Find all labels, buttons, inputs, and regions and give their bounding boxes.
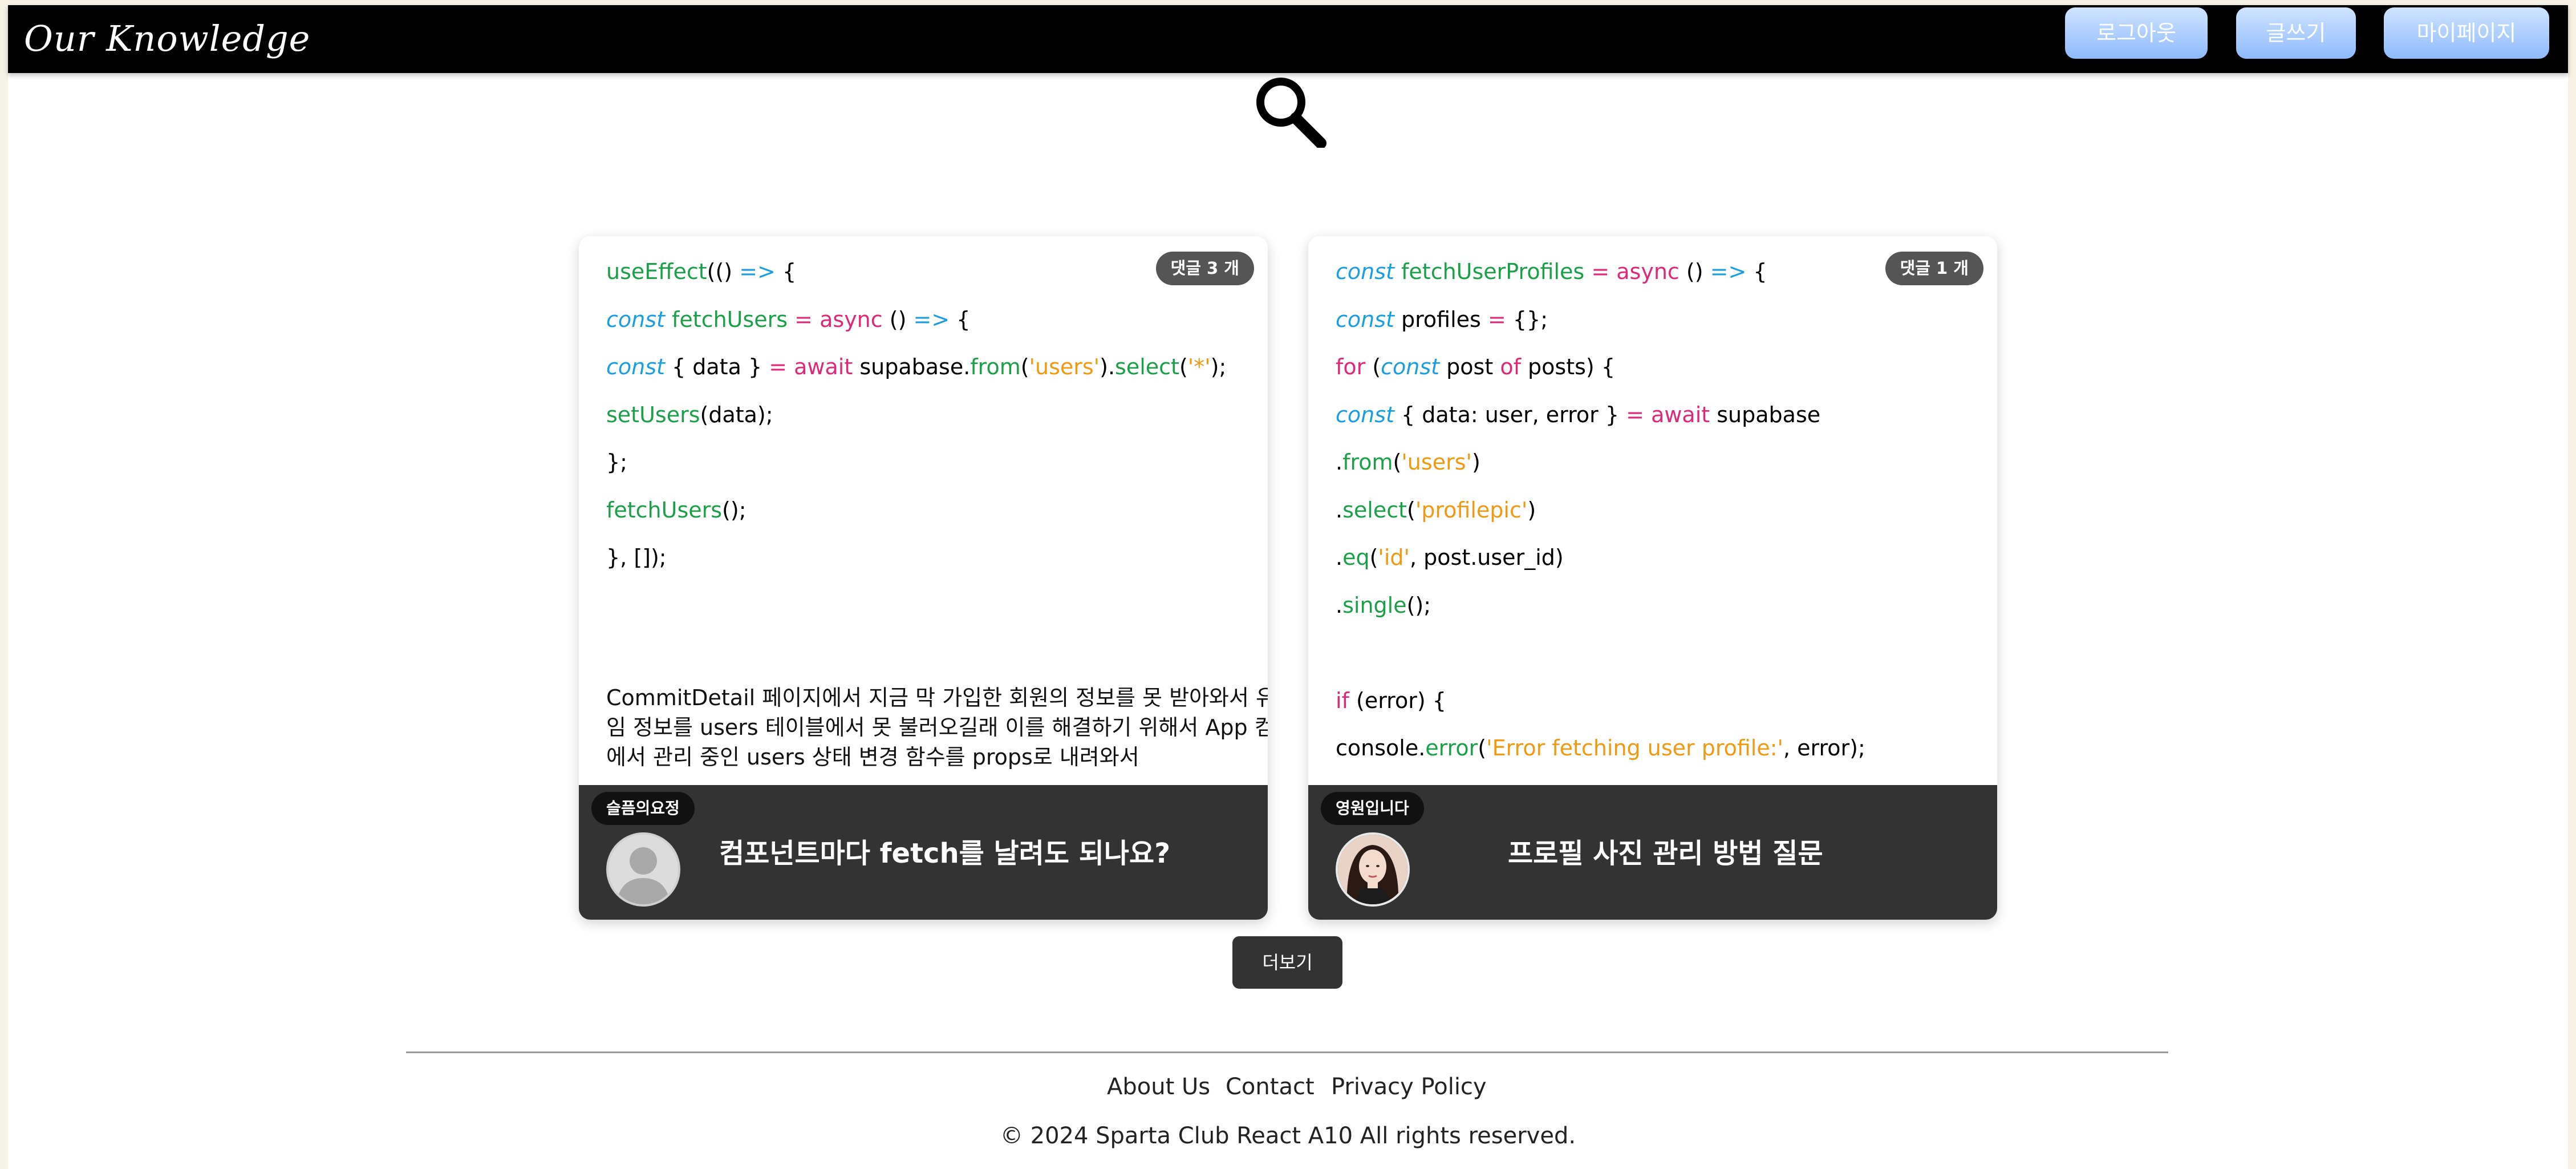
- description-line: 임 정보를 users 테이블에서 못 불러오길래 이를 해결하기 위해서 Ap…: [606, 715, 1268, 740]
- write-post-button[interactable]: 글쓰기: [2236, 7, 2356, 59]
- avatar[interactable]: [1336, 832, 1410, 907]
- footer-link-contact[interactable]: Contact: [1226, 1071, 1315, 1103]
- post-card[interactable]: 댓글 1 개 const fetchUserProfiles = async (…: [1308, 236, 1997, 920]
- code-line: .select('profilepic'): [1336, 497, 1536, 523]
- code-line: .from('users'): [1336, 450, 1480, 475]
- code-line: };: [606, 450, 627, 475]
- avatar[interactable]: [606, 832, 680, 907]
- code-preview: useEffect(() => { const fetchUsers = asy…: [606, 257, 1268, 590]
- code-line: useEffect(() => {: [606, 259, 797, 284]
- app-window: Our Knowledge 로그아웃 글쓰기 마이페이지 댓글 3 개 useE…: [8, 5, 2568, 1169]
- code-line: for (const post of posts) {: [1336, 354, 1615, 379]
- code-line: const { data } = await supabase.from('us…: [606, 354, 1227, 379]
- profile-photo: [1338, 835, 1407, 904]
- top-navbar: Our Knowledge 로그아웃 글쓰기 마이페이지: [8, 5, 2568, 73]
- mypage-button[interactable]: 마이페이지: [2384, 7, 2549, 59]
- code-line: .eq('id', post.user_id): [1336, 545, 1564, 570]
- code-line: const { data: user, error } = await supa…: [1336, 402, 1821, 427]
- code-line: const fetchUsers = async () => {: [606, 306, 971, 332]
- post-title[interactable]: 컴포넌트마다 fetch를 날려도 되나요?: [719, 831, 1170, 876]
- footer-link-about[interactable]: About Us: [1107, 1071, 1210, 1103]
- post-card-footer: 슬픔의요정 컴포넌트마다 fetch를 날려도 되나요?: [579, 785, 1268, 920]
- footer-link-privacy[interactable]: Privacy Policy: [1331, 1071, 1487, 1103]
- logout-button[interactable]: 로그아웃: [2065, 7, 2208, 59]
- code-line: const fetchUserProfiles = async () => {: [1336, 259, 1767, 284]
- code-line: .single();: [1336, 592, 1431, 618]
- code-line: }, []);: [606, 545, 667, 570]
- post-card-footer: 영원입니다 프로필 사진 관리 방법 질문: [1308, 785, 1997, 920]
- code-line: console.error('Error fetching user profi…: [1336, 735, 1865, 761]
- copyright-text: © 2024 Sparta Club React A10 All rights …: [1000, 1123, 1576, 1149]
- post-title[interactable]: 프로필 사진 관리 방법 질문: [1508, 831, 1823, 876]
- description-line: CommitDetail 페이지에서 지금 막 가입한 회원의 정보를 못 받아…: [606, 685, 1268, 710]
- post-description: CommitDetail 페이지에서 지금 막 가입한 회원의 정보를 못 받아…: [606, 683, 1268, 771]
- code-line: const profiles = {};: [1336, 306, 1548, 332]
- post-card[interactable]: 댓글 3 개 useEffect(() => { const fetchUser…: [579, 236, 1268, 920]
- code-line: fetchUsers();: [606, 497, 747, 523]
- code-preview: const fetchUserProfiles = async () => { …: [1336, 257, 1997, 781]
- code-line: if (error) {: [1336, 687, 1446, 713]
- search-icon[interactable]: [1251, 72, 1326, 148]
- author-nickname: 영원입니다: [1321, 792, 1424, 825]
- default-user-icon: [608, 835, 678, 904]
- author-nickname: 슬픔의요정: [591, 792, 695, 825]
- load-more-button[interactable]: 더보기: [1232, 936, 1342, 989]
- site-logo[interactable]: Our Knowledge: [24, 13, 310, 64]
- footer-divider: [406, 1051, 2168, 1053]
- description-line: 에서 관리 중인 users 상태 변경 함수를 props로 내려와서: [606, 745, 1139, 770]
- code-line: setUsers(data);: [606, 402, 773, 427]
